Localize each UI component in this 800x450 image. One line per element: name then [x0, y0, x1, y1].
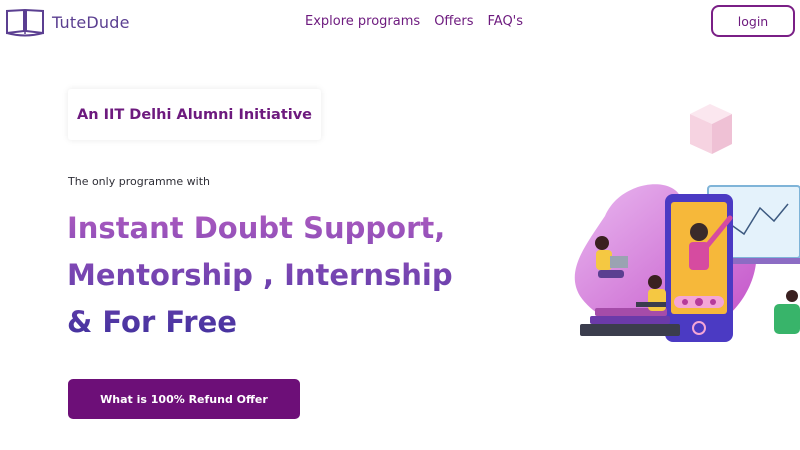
- brand-logo[interactable]: TuteDude: [4, 7, 130, 37]
- alumni-initiative-badge: An IIT Delhi Alumni Initiative: [68, 89, 321, 140]
- login-button[interactable]: login: [711, 5, 795, 37]
- online-learning-illustration: [574, 104, 800, 342]
- hero-subtitle: The only programme with: [68, 175, 210, 188]
- tablet-device: [665, 194, 733, 342]
- hero-headline: Instant Doubt Support, Mentorship , Inte…: [67, 205, 453, 346]
- site-header: TuteDude Explore programs Offers FAQ's l…: [0, 0, 800, 44]
- brand-name: TuteDude: [52, 12, 130, 32]
- nav-offers[interactable]: Offers: [434, 14, 473, 29]
- book-stack: [580, 308, 680, 336]
- refund-offer-button[interactable]: What is 100% Refund Offer: [68, 379, 300, 419]
- headline-line-2: Mentorship , Internship: [67, 258, 453, 292]
- student-right-edge: [774, 290, 800, 334]
- nav-faqs[interactable]: FAQ's: [488, 14, 524, 29]
- cube-decoration: [690, 104, 732, 154]
- main-nav: Explore programs Offers FAQ's: [305, 14, 537, 29]
- open-book-icon: [6, 8, 44, 37]
- nav-explore-programs[interactable]: Explore programs: [305, 14, 420, 29]
- headline-line-3: & For Free: [67, 305, 237, 339]
- headline-line-1: Instant Doubt Support,: [67, 211, 446, 245]
